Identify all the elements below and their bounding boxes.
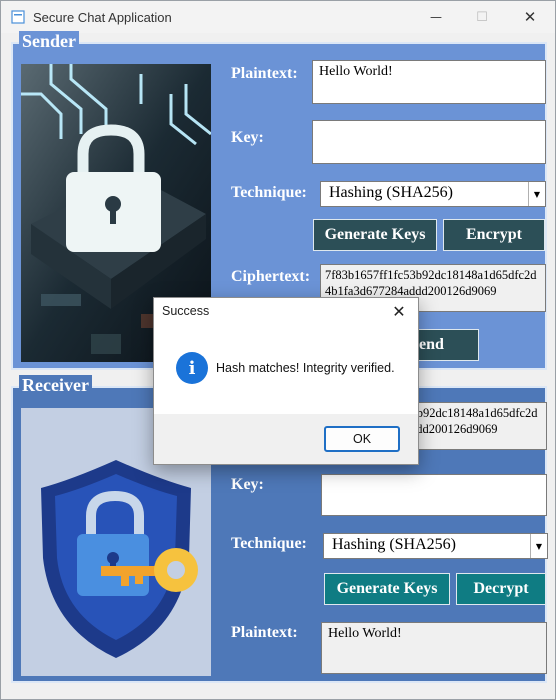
- chevron-down-icon[interactable]: ▼: [528, 182, 545, 206]
- close-window-button[interactable]: ✕: [507, 1, 553, 33]
- maximize-button[interactable]: ☐: [459, 1, 505, 33]
- sender-generate-keys-button[interactable]: Generate Keys: [313, 219, 437, 251]
- sender-key-input[interactable]: [312, 120, 546, 164]
- app-window: Secure Chat Application — ☐ ✕ Sender Pla…: [0, 0, 556, 700]
- sender-legend: Sender: [19, 31, 79, 52]
- sender-plaintext-input[interactable]: Hello World!: [312, 60, 546, 104]
- receiver-legend: Receiver: [19, 375, 92, 396]
- dialog-close-button[interactable]: ✕: [386, 300, 412, 322]
- receiver-key-input[interactable]: [321, 474, 547, 516]
- dialog-body: i Hash matches! Integrity verified.: [154, 324, 418, 414]
- success-dialog: Success ✕ i Hash matches! Integrity veri…: [153, 297, 419, 465]
- sender-plaintext-label: Plaintext:: [231, 65, 298, 82]
- receiver-plaintext-output[interactable]: Hello World!: [321, 622, 547, 674]
- info-icon: i: [176, 352, 208, 384]
- dialog-title: Success: [162, 304, 210, 318]
- sender-technique-label: Technique:: [231, 184, 307, 201]
- dialog-footer: OK: [154, 414, 418, 464]
- app-icon: [11, 10, 25, 24]
- dialog-message: Hash matches! Integrity verified.: [216, 361, 395, 375]
- encrypt-button[interactable]: Encrypt: [443, 219, 545, 251]
- receiver-technique-select[interactable]: Hashing (SHA256) ▼: [323, 533, 548, 559]
- receiver-generate-keys-button[interactable]: Generate Keys: [324, 573, 450, 605]
- receiver-technique-label: Technique:: [231, 535, 307, 552]
- receiver-technique-value: Hashing (SHA256): [332, 536, 456, 553]
- title-bar[interactable]: Secure Chat Application — ☐ ✕: [1, 1, 555, 33]
- ok-button[interactable]: OK: [324, 426, 400, 452]
- receiver-key-label: Key:: [231, 476, 264, 493]
- sender-ciphertext-label: Ciphertext:: [231, 268, 311, 285]
- minimize-button[interactable]: —: [413, 1, 459, 33]
- window-title: Secure Chat Application: [33, 9, 172, 25]
- receiver-plaintext-label: Plaintext:: [231, 624, 298, 641]
- sender-technique-value: Hashing (SHA256): [329, 184, 453, 201]
- sender-key-label: Key:: [231, 129, 264, 146]
- dialog-title-bar[interactable]: Success ✕: [154, 298, 418, 324]
- chevron-down-icon[interactable]: ▼: [530, 534, 547, 558]
- decrypt-button[interactable]: Decrypt: [456, 573, 546, 605]
- sender-technique-select[interactable]: Hashing (SHA256) ▼: [320, 181, 546, 207]
